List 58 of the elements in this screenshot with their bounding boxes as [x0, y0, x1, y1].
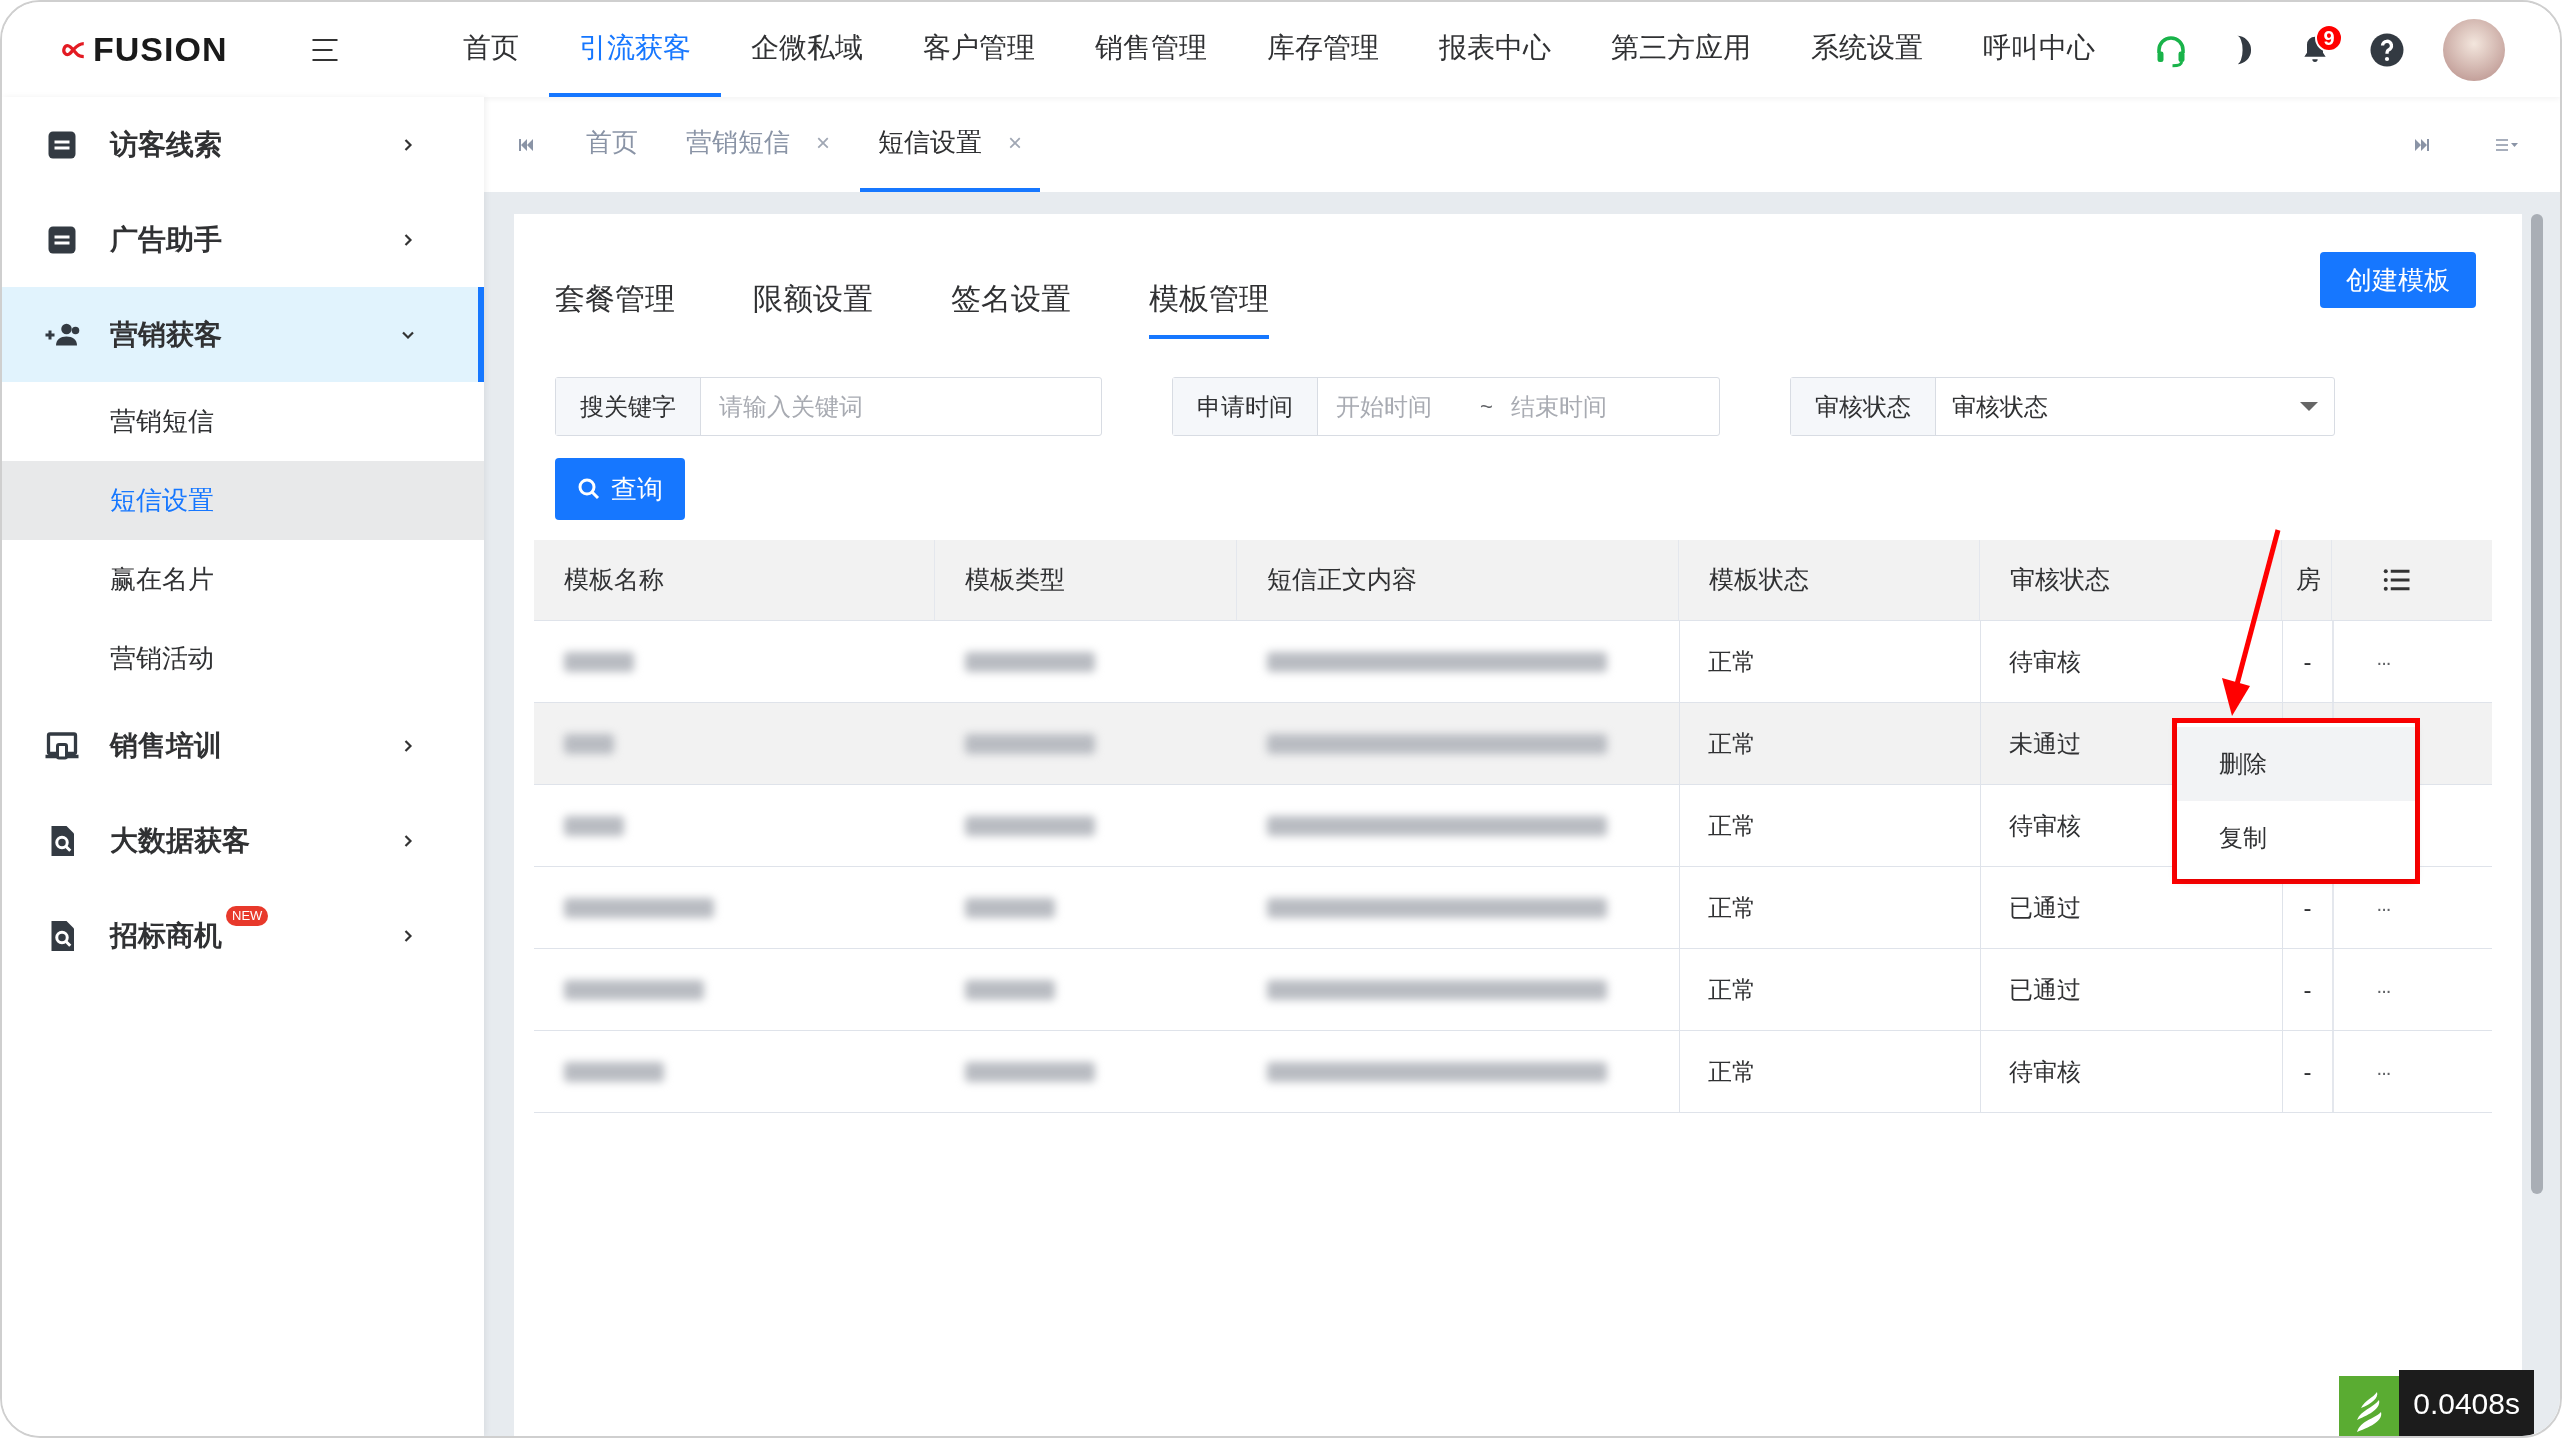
- sidebar-subitem[interactable]: 营销短信: [2, 382, 484, 461]
- help-button[interactable]: [2369, 31, 2405, 68]
- sub-tab[interactable]: 套餐管理: [555, 252, 675, 339]
- search-icon: [577, 477, 601, 501]
- blurred-cell-content: [564, 651, 634, 672]
- sidebar-item[interactable]: 大数据获客: [2, 793, 484, 888]
- start-date-input[interactable]: 开始时间: [1318, 378, 1468, 435]
- table-cell: 正常: [1679, 1031, 1980, 1112]
- menu-item[interactable]: 删除: [2177, 727, 2415, 801]
- keyword-input[interactable]: 请输入关键词: [701, 378, 1101, 435]
- page-tab[interactable]: 短信设置 ×: [860, 97, 1041, 192]
- more-actions-button[interactable]: ···: [2376, 1056, 2390, 1087]
- sub-tab[interactable]: 限额设置: [753, 252, 873, 339]
- filter-label: 搜关键字: [556, 378, 701, 435]
- date-range-field[interactable]: 申请时间 开始时间 ~ 结束时间: [1172, 377, 1720, 436]
- sidebar-subitem[interactable]: 赢在名片: [2, 540, 484, 619]
- notification-count: 9: [2315, 23, 2343, 52]
- nav-tab[interactable]: 首页: [433, 2, 549, 97]
- nav-tab[interactable]: 企微私域: [721, 2, 893, 97]
- nav-tab[interactable]: 报表中心: [1409, 2, 1581, 97]
- sub-tab[interactable]: 模板管理: [1149, 252, 1269, 339]
- logo-text: FUSION: [93, 29, 228, 70]
- create-template-button[interactable]: 创建模板: [2320, 252, 2476, 308]
- more-actions-button[interactable]: ···: [2376, 974, 2390, 1005]
- nav-tab[interactable]: 呼叫中心: [1953, 2, 2125, 97]
- nav-tab[interactable]: 第三方应用: [1581, 2, 1781, 97]
- table-row[interactable]: 正常 待审核 - ···: [534, 620, 2492, 702]
- sidebar-item[interactable]: 访客线索: [2, 97, 484, 192]
- blurred-cell-content: [564, 815, 624, 836]
- help-icon: [2369, 31, 2405, 68]
- timer-text: 0.0408s: [2399, 1370, 2534, 1436]
- end-date-input[interactable]: 结束时间: [1500, 378, 1651, 435]
- sidebar-item[interactable]: 营销获客: [2, 287, 484, 382]
- nav-tab[interactable]: 库存管理: [1237, 2, 1409, 97]
- blurred-cell-content: [564, 733, 614, 754]
- query-button[interactable]: 查询: [555, 458, 685, 520]
- keyword-field[interactable]: 搜关键字 请输入关键词: [555, 377, 1102, 436]
- table-row[interactable]: 正常 已通过 - ···: [534, 866, 2492, 948]
- notifications-button[interactable]: 9: [2299, 23, 2343, 66]
- nav-tab[interactable]: 客户管理: [893, 2, 1065, 97]
- sidebar-item[interactable]: 销售培训: [2, 698, 484, 793]
- sub-tab[interactable]: 签名设置: [951, 252, 1071, 339]
- sidebar-subitem[interactable]: 营销活动: [2, 619, 484, 698]
- table-cell: -: [2282, 1031, 2332, 1112]
- table-row[interactable]: 正常 待审核 - ···: [534, 1030, 2492, 1112]
- nav-tab[interactable]: 系统设置: [1781, 2, 1953, 97]
- menu-item[interactable]: 复制: [2177, 801, 2415, 875]
- more-actions-button[interactable]: ···: [2376, 646, 2390, 677]
- more-actions-button[interactable]: ···: [2376, 892, 2390, 923]
- range-separator: ~: [1480, 393, 1493, 421]
- filter-label: 申请时间: [1173, 378, 1318, 435]
- table-row[interactable]: 正常 已通过 - ···: [534, 948, 2492, 1030]
- sidebar-item[interactable]: 招标商机 NEW: [2, 888, 484, 983]
- sidebar-item[interactable]: 广告助手: [2, 192, 484, 287]
- scrollbar-thumb[interactable]: [2531, 214, 2543, 1194]
- nav-tab[interactable]: 销售管理: [1065, 2, 1237, 97]
- new-badge: NEW: [226, 906, 269, 926]
- table-cell: 待审核: [1980, 1031, 2282, 1112]
